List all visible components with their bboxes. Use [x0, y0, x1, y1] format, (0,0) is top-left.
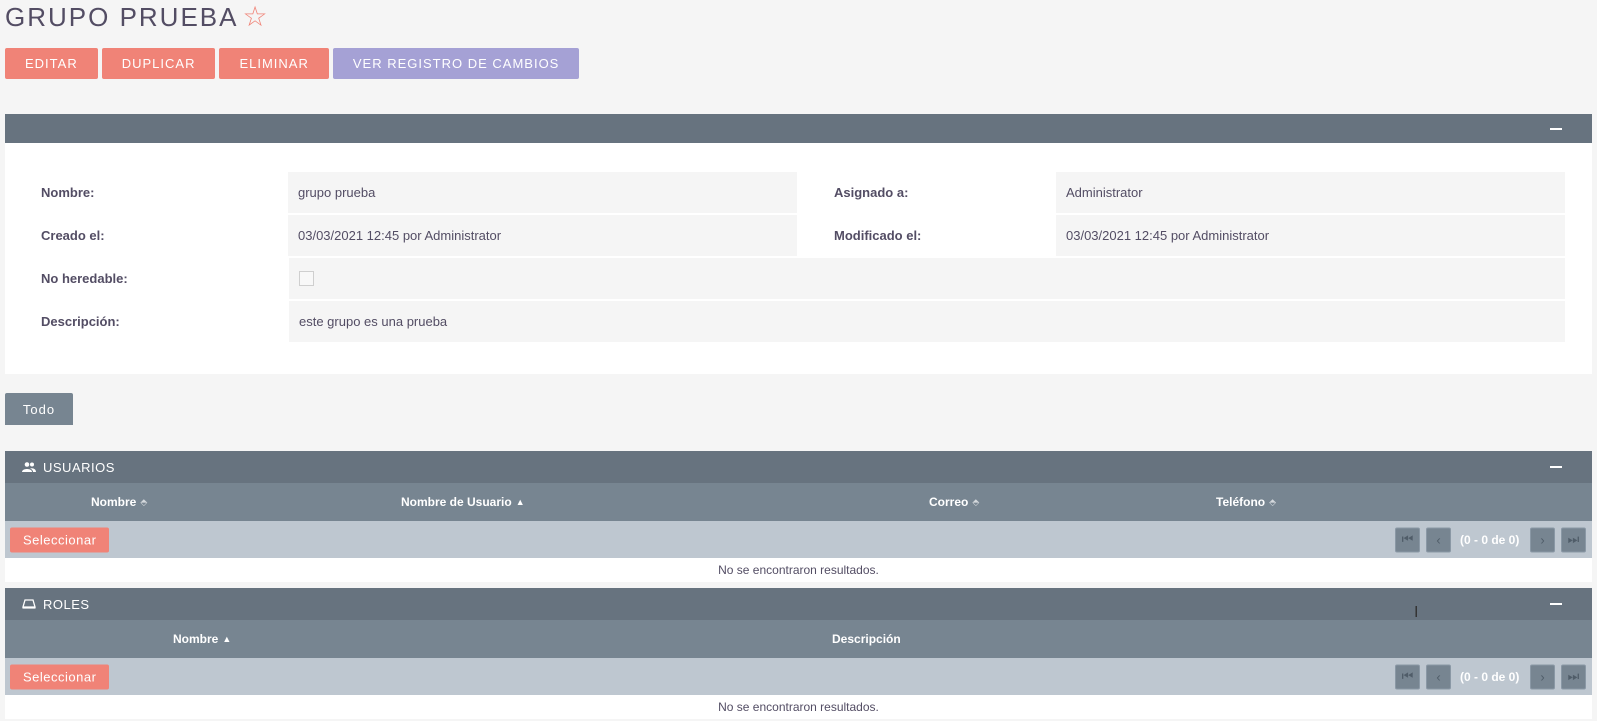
modified-value: 03/03/2021 12:45 por Administrator [1056, 215, 1565, 256]
users-col-usuario[interactable]: Nombre de Usuario ▲ [401, 495, 525, 509]
prev-page-icon[interactable]: ‹ [1426, 664, 1451, 689]
assigned-value: Administrator [1056, 172, 1565, 213]
sort-icon[interactable]: ⬘ [1269, 497, 1276, 507]
assigned-label: Asignado a: [834, 185, 909, 200]
text-cursor-icon: I [1414, 604, 1419, 621]
delete-button[interactable]: ELIMINAR [219, 48, 329, 79]
created-label: Creado el: [41, 228, 105, 243]
roles-icon [22, 599, 36, 609]
roles-col-nombre[interactable]: Nombre ▲ [173, 632, 231, 646]
tab-todo[interactable]: Todo [5, 393, 73, 425]
created-value: 03/03/2021 12:45 por Administrator [288, 215, 797, 256]
roles-pager-row: Seleccionar ⏮ ‹ (0 - 0 de 0) › ⏭ [5, 658, 1592, 695]
last-page-icon[interactable]: ⏭ [1561, 664, 1586, 689]
sort-asc-icon[interactable]: ▲ [516, 497, 525, 507]
description-value: este grupo es una prueba [289, 301, 1565, 342]
page-title: GRUPO PRUEBA [5, 1, 239, 32]
users-icon [22, 462, 36, 472]
roles-panel-header[interactable]: ROLES [5, 588, 1592, 620]
next-page-icon[interactable]: › [1530, 664, 1555, 689]
edit-button[interactable]: EDITAR [5, 48, 98, 79]
noninheritable-value [289, 258, 1565, 299]
users-select-button[interactable]: Seleccionar [10, 527, 110, 552]
prev-page-icon[interactable]: ‹ [1426, 527, 1451, 552]
name-label: Nombre: [41, 185, 95, 200]
users-column-headers: Nombre ⬘ Nombre de Usuario ▲ Correo ⬘ Teléf… [5, 483, 1592, 521]
roles-col-descripcion[interactable]: Descripción [832, 632, 901, 646]
minus-icon[interactable] [1550, 466, 1562, 468]
first-page-icon[interactable]: ⏮ [1395, 527, 1420, 552]
users-empty-message: No se encontraron resultados. [5, 558, 1592, 582]
users-col-nombre[interactable]: Nombre ⬘ [91, 495, 147, 509]
users-pager-row: Seleccionar ⏮ ‹ (0 - 0 de 0) › ⏭ [5, 521, 1592, 558]
users-panel-header[interactable]: USUARIOS [5, 451, 1592, 483]
noninheritable-checkbox[interactable] [299, 271, 314, 286]
users-panel-title: USUARIOS [43, 459, 115, 475]
next-page-icon[interactable]: › [1530, 527, 1555, 552]
duplicate-button[interactable]: DUPLICAR [101, 48, 216, 79]
users-col-correo[interactable]: Correo ⬘ [929, 495, 979, 509]
star-icon[interactable]: ☆ [243, 3, 268, 31]
detail-panel-header[interactable] [5, 114, 1592, 143]
view-changelog-button[interactable]: VER REGISTRO DE CAMBIOS [332, 48, 580, 79]
sort-icon[interactable]: ⬘ [140, 497, 147, 507]
modified-label: Modificado el: [834, 228, 922, 243]
first-page-icon[interactable]: ⏮ [1395, 664, 1420, 689]
detail-panel-body: Nombre: grupo prueba Asignado a: Adminis… [5, 143, 1592, 374]
roles-column-headers: Nombre ▲ Descripción [5, 620, 1592, 658]
users-col-telefono[interactable]: Teléfono ⬘ [1216, 495, 1276, 509]
roles-empty-message: No se encontraron resultados. [5, 695, 1592, 719]
description-label: Descripción: [41, 314, 120, 329]
noninheritable-label: No heredable: [41, 271, 128, 286]
minus-icon[interactable] [1550, 127, 1562, 130]
sort-asc-icon[interactable]: ▲ [222, 634, 231, 644]
name-value: grupo prueba [288, 172, 797, 213]
users-pager-count: (0 - 0 de 0) [1460, 532, 1520, 547]
last-page-icon[interactable]: ⏭ [1561, 527, 1586, 552]
minus-icon[interactable] [1550, 603, 1562, 605]
action-bar: EDITAR DUPLICAR ELIMINAR VER REGISTRO DE… [5, 48, 580, 79]
roles-pager-count: (0 - 0 de 0) [1460, 669, 1520, 684]
roles-panel-title: ROLES [43, 596, 90, 612]
sort-icon[interactable]: ⬘ [972, 497, 979, 507]
page-title-bar: GRUPO PRUEBA ☆ [5, 0, 268, 34]
roles-select-button[interactable]: Seleccionar [10, 664, 110, 689]
